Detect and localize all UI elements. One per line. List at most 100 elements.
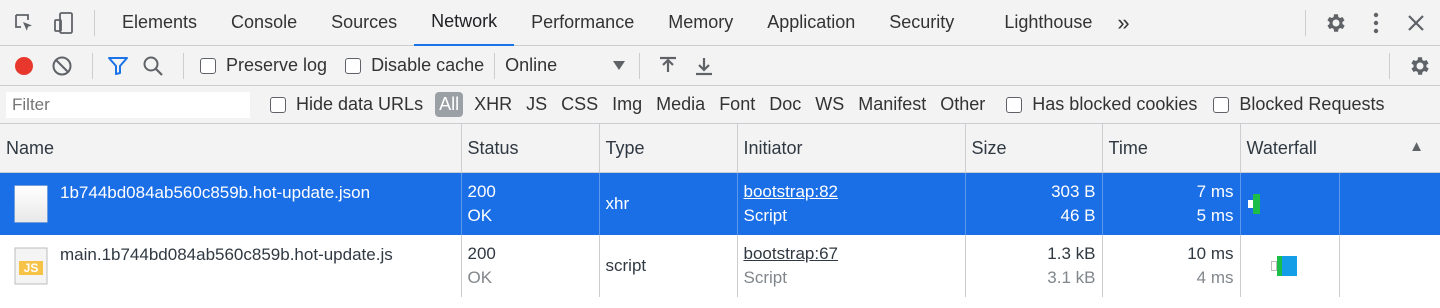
checkbox-box[interactable] [345, 57, 362, 74]
initiator-type: Script [743, 206, 787, 225]
filter-type-css[interactable]: CSS [554, 94, 605, 115]
status-text: OK [467, 206, 493, 225]
total-time: 7 ms [1196, 182, 1234, 201]
separator [1389, 53, 1390, 79]
status-cell: 200 OK [461, 172, 600, 235]
status-text: OK [467, 268, 493, 287]
resource-size: 46 B [1060, 206, 1096, 225]
separator [639, 52, 641, 79]
network-toolbar: Preserve log Disable cache Online [0, 46, 1440, 86]
toolbar-right [1379, 46, 1440, 86]
checkbox-box[interactable] [270, 96, 286, 113]
waterfall-grid-line [1338, 173, 1340, 235]
filter-type-img[interactable]: Img [605, 94, 649, 115]
clear-icon[interactable] [42, 55, 82, 77]
devtools-tab-bar: Elements Console Sources Network Perform… [0, 0, 1440, 46]
filter-type-manifest[interactable]: Manifest [851, 94, 933, 115]
tab-sources[interactable]: Sources [314, 0, 414, 46]
separator [92, 52, 93, 79]
tab-bar-actions [1295, 0, 1440, 46]
filter-type-doc[interactable]: Doc [762, 94, 808, 115]
throttling-value: Online [505, 55, 558, 75]
filter-type-media[interactable]: Media [649, 94, 712, 115]
hide-data-urls-checkbox[interactable]: Hide data URLs [270, 94, 423, 115]
inspect-element-icon[interactable] [4, 0, 44, 46]
filter-type-js[interactable]: JS [519, 94, 554, 115]
separator [494, 52, 496, 79]
tab-memory[interactable]: Memory [651, 0, 750, 46]
more-options-icon[interactable] [1356, 0, 1396, 46]
type-cell: xhr [599, 172, 738, 235]
export-har-icon[interactable] [686, 56, 722, 76]
tab-elements[interactable]: Elements [105, 0, 214, 46]
waterfall-content-bar [1281, 256, 1297, 276]
waterfall-download-bar [1252, 194, 1260, 214]
column-header-name[interactable]: Name [0, 124, 462, 173]
hide-data-urls-label: Hide data URLs [296, 94, 424, 114]
waterfall-track [1241, 173, 1440, 235]
filter-type-ws[interactable]: WS [808, 94, 851, 115]
waterfall-track [1241, 235, 1440, 297]
column-header-status[interactable]: Status [461, 124, 600, 173]
column-header-type[interactable]: Type [599, 124, 738, 173]
tab-lighthouse[interactable]: Lighthouse [987, 0, 1109, 46]
checkbox-box[interactable] [1213, 96, 1230, 113]
column-header-time[interactable]: Time [1102, 124, 1241, 173]
separator [94, 9, 95, 36]
filter-type-other[interactable]: Other [933, 94, 992, 115]
filter-type-all[interactable]: All [435, 92, 464, 117]
initiator-link[interactable]: bootstrap:82 [744, 181, 959, 203]
filter-input[interactable] [6, 91, 250, 118]
table-row[interactable]: 1b744bd084ab560c859b.hot-update.json 200… [0, 172, 1440, 235]
table-row[interactable]: JS main.1b744bd084ab560c859b.hot-update.… [0, 235, 1440, 297]
waterfall-grid-line [1338, 235, 1340, 297]
close-icon[interactable] [1396, 0, 1436, 46]
request-name-cell[interactable]: JS main.1b744bd084ab560c859b.hot-update.… [0, 235, 462, 297]
preserve-log-checkbox[interactable]: Preserve log [200, 55, 327, 76]
separator [1305, 10, 1306, 36]
tab-performance[interactable]: Performance [514, 0, 651, 46]
initiator-link[interactable]: bootstrap:67 [744, 243, 959, 265]
filter-type-xhr[interactable]: XHR [467, 94, 519, 115]
search-icon[interactable] [133, 55, 173, 77]
disable-cache-checkbox[interactable]: Disable cache [345, 55, 484, 76]
waterfall-header-label: Waterfall [1246, 137, 1317, 158]
preserve-log-label: Preserve log [226, 55, 328, 75]
checkbox-box[interactable] [1006, 96, 1023, 113]
initiator-cell: bootstrap:82 Script [737, 172, 966, 235]
total-time: 10 ms [1187, 244, 1234, 263]
column-header-initiator[interactable]: Initiator [737, 124, 966, 173]
more-tabs-button[interactable]: » [1109, 0, 1137, 46]
column-header-size[interactable]: Size [965, 124, 1103, 173]
has-blocked-cookies-checkbox[interactable]: Has blocked cookies [1006, 94, 1197, 115]
tab-console[interactable]: Console [214, 0, 314, 46]
filter-type-font[interactable]: Font [712, 94, 762, 115]
request-name-cell[interactable]: 1b744bd084ab560c859b.hot-update.json [0, 172, 462, 235]
latency-time: 4 ms [1196, 268, 1234, 287]
waterfall-cell [1240, 235, 1440, 297]
column-header-waterfall[interactable]: Waterfall ▲ [1240, 124, 1440, 173]
sort-ascending-icon: ▲ [1409, 138, 1424, 155]
throttling-select[interactable]: Online [505, 55, 626, 76]
filter-icon[interactable] [103, 56, 133, 76]
tab-security[interactable]: Security [872, 0, 971, 46]
blocked-requests-label: Blocked Requests [1239, 94, 1385, 114]
network-settings-gear-icon[interactable] [1400, 54, 1440, 78]
latency-time: 5 ms [1196, 206, 1234, 225]
type-cell: script [599, 235, 738, 297]
has-blocked-cookies-label: Has blocked cookies [1032, 94, 1198, 114]
time-cell: 10 ms 4 ms [1102, 235, 1241, 297]
record-icon[interactable] [6, 55, 42, 77]
tab-network[interactable]: Network [414, 0, 515, 46]
settings-gear-icon[interactable] [1316, 0, 1356, 46]
network-request-table: Name Status Type Initiator Size Time Wat… [0, 124, 1440, 297]
js-file-label: JS [23, 261, 39, 275]
request-name: main.1b744bd084ab560c859b.hot-update.js [60, 245, 393, 264]
import-har-icon[interactable] [650, 56, 686, 76]
tab-application[interactable]: Application [750, 0, 872, 46]
device-toolbar-icon[interactable] [44, 0, 84, 46]
checkbox-box[interactable] [200, 57, 216, 74]
javascript-file-icon: JS [14, 247, 48, 285]
blocked-requests-checkbox[interactable]: Blocked Requests [1213, 94, 1384, 115]
initiator-cell: bootstrap:67 Script [737, 235, 966, 297]
